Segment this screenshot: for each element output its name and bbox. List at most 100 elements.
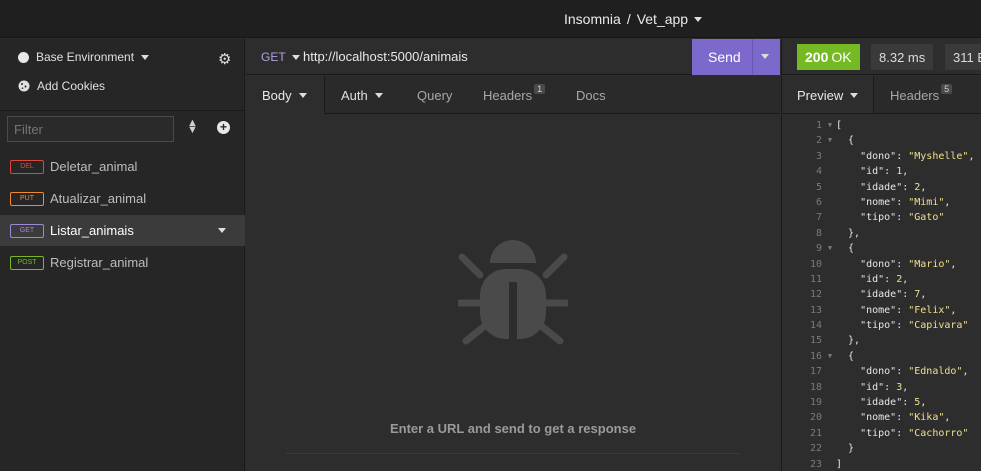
code-text: { bbox=[836, 135, 855, 147]
status-code: 200 bbox=[805, 49, 829, 65]
fold-gutter bbox=[824, 257, 836, 272]
send-button[interactable]: Send bbox=[692, 39, 780, 75]
add-cookies-button[interactable]: Add Cookies bbox=[18, 79, 105, 93]
request-item[interactable]: POST Registrar_animal bbox=[0, 247, 245, 278]
code-text: [ bbox=[836, 120, 843, 131]
fold-gutter bbox=[824, 441, 836, 456]
response-size-badge: 311 B bbox=[945, 44, 981, 70]
tab-label: Body bbox=[262, 87, 292, 103]
code-line: 16 ▼ { bbox=[782, 349, 975, 364]
tab-headers[interactable]: Headers 1 bbox=[483, 76, 546, 114]
chevron-down-icon bbox=[850, 92, 859, 98]
fold-gutter bbox=[824, 226, 836, 241]
fold-gutter bbox=[824, 287, 836, 302]
tab-label: Query bbox=[417, 87, 453, 103]
fold-gutter bbox=[824, 210, 836, 225]
request-item[interactable]: GET Listar_animais bbox=[0, 215, 245, 246]
line-number: 16 bbox=[809, 350, 822, 362]
fold-gutter bbox=[824, 149, 836, 164]
sort-icon[interactable]: ▲ ▼ bbox=[187, 118, 198, 136]
method-selector[interactable]: GET bbox=[261, 50, 300, 64]
code-line: 12 "idade": 7, bbox=[782, 287, 975, 302]
tab-auth[interactable]: Auth bbox=[341, 76, 383, 114]
fold-arrow-icon[interactable]: ▼ bbox=[824, 349, 836, 364]
fold-gutter bbox=[824, 180, 836, 195]
code-text: "nome": "Mimi", bbox=[836, 196, 951, 208]
response-body-panel[interactable]: 1 ▼[2 ▼ {3 "dono": "Myshelle", 4 "id": 1, 5 … bbox=[781, 115, 981, 471]
tab-response-headers[interactable]: Headers 5 bbox=[890, 76, 953, 113]
line-number: 13 bbox=[809, 304, 822, 316]
method-badge: DEL bbox=[10, 159, 44, 174]
code-text: } bbox=[836, 443, 855, 455]
line-number: 22 bbox=[809, 443, 822, 455]
code-text: { bbox=[836, 243, 855, 255]
title-bar: Insomnia / Vet_app bbox=[0, 0, 981, 38]
code-text: ] bbox=[836, 458, 843, 470]
status-text: OK bbox=[831, 49, 852, 65]
code-line: 8 }, bbox=[782, 226, 975, 241]
line-number: 9 bbox=[815, 243, 822, 255]
chevron-down-icon[interactable] bbox=[761, 54, 769, 59]
filter-input[interactable] bbox=[7, 116, 174, 142]
line-number: 11 bbox=[809, 273, 822, 285]
line-number: 14 bbox=[809, 320, 822, 332]
code-text: "tipo": "Gato" bbox=[836, 212, 945, 224]
request-item[interactable]: PUT Atualizar_animal bbox=[0, 183, 245, 214]
tab-label: Preview bbox=[797, 87, 844, 103]
divider bbox=[286, 453, 740, 454]
line-number: 3 bbox=[815, 150, 822, 162]
chevron-down-icon bbox=[291, 54, 300, 60]
gear-icon[interactable]: ⚙ bbox=[218, 50, 231, 68]
tab-preview[interactable]: Preview bbox=[782, 76, 874, 113]
code-text: "idade": 7, bbox=[836, 289, 927, 301]
url-input[interactable]: http://localhost:5000/animais bbox=[303, 49, 468, 64]
request-name: Registrar_animal bbox=[50, 255, 149, 270]
code-line: 6 "nome": "Mimi", bbox=[782, 195, 975, 210]
environment-selector[interactable]: Base Environment bbox=[18, 50, 150, 64]
code-text: "tipo": "Cachorro" bbox=[836, 427, 969, 439]
request-item[interactable]: DEL Deletar_animal bbox=[0, 151, 245, 182]
tab-body[interactable]: Body bbox=[246, 76, 325, 114]
fold-gutter bbox=[824, 426, 836, 441]
plus-circle-icon[interactable]: + bbox=[217, 121, 230, 134]
method-label: GET bbox=[261, 50, 286, 64]
url-bar: GET http://localhost:5000/animais Send bbox=[246, 39, 780, 75]
line-number: 2 bbox=[815, 135, 822, 147]
code-line: 19 "idade": 5, bbox=[782, 395, 975, 410]
empty-state-message: Enter a URL and send to get a response bbox=[389, 421, 637, 436]
tab-docs[interactable]: Docs bbox=[576, 76, 606, 114]
cookie-icon bbox=[18, 80, 30, 92]
code-text: "idade": 5, bbox=[836, 397, 927, 409]
chevron-down-icon[interactable] bbox=[218, 228, 226, 233]
code-text: "nome": "Felix", bbox=[836, 304, 957, 316]
fold-gutter bbox=[824, 303, 836, 318]
code-line: 23] bbox=[782, 457, 975, 471]
response-status-bar: 200 OK 8.32 ms 311 B bbox=[781, 39, 981, 75]
request-tabs: Body Auth Query Headers 1 Docs bbox=[246, 76, 780, 114]
chevron-down-icon bbox=[298, 92, 307, 98]
tab-label: Headers bbox=[890, 87, 940, 103]
code-text: "dono": "Mario", bbox=[836, 258, 957, 270]
fold-arrow-icon[interactable]: ▼ bbox=[824, 133, 836, 148]
method-badge: PUT bbox=[10, 191, 44, 206]
workspace-title[interactable]: Insomnia / Vet_app bbox=[564, 11, 703, 27]
fold-gutter bbox=[824, 364, 836, 379]
code-text: "idade": 2, bbox=[836, 181, 927, 193]
code-line: 18 "id": 3, bbox=[782, 380, 975, 395]
fold-arrow-icon[interactable]: ▼ bbox=[824, 241, 836, 256]
tab-label: Auth bbox=[341, 87, 368, 103]
fold-arrow-icon[interactable]: ▼ bbox=[824, 118, 836, 133]
tab-query[interactable]: Query bbox=[417, 76, 452, 114]
bug-icon bbox=[458, 240, 568, 345]
fold-gutter bbox=[824, 457, 836, 471]
line-number: 6 bbox=[815, 196, 822, 208]
request-body-panel: Enter a URL and send to get a response bbox=[246, 115, 780, 471]
code-text: }, bbox=[836, 227, 861, 239]
code-line: 5 "idade": 2, bbox=[782, 180, 975, 195]
code-line: 22 } bbox=[782, 441, 975, 456]
code-text: "nome": "Kika", bbox=[836, 412, 951, 424]
sidebar: Base Environment ⚙ Add Cookies ▲▼ + DELD… bbox=[0, 39, 245, 471]
fold-gutter bbox=[824, 333, 836, 348]
line-number: 8 bbox=[815, 227, 822, 239]
code-text: }, bbox=[836, 335, 861, 347]
